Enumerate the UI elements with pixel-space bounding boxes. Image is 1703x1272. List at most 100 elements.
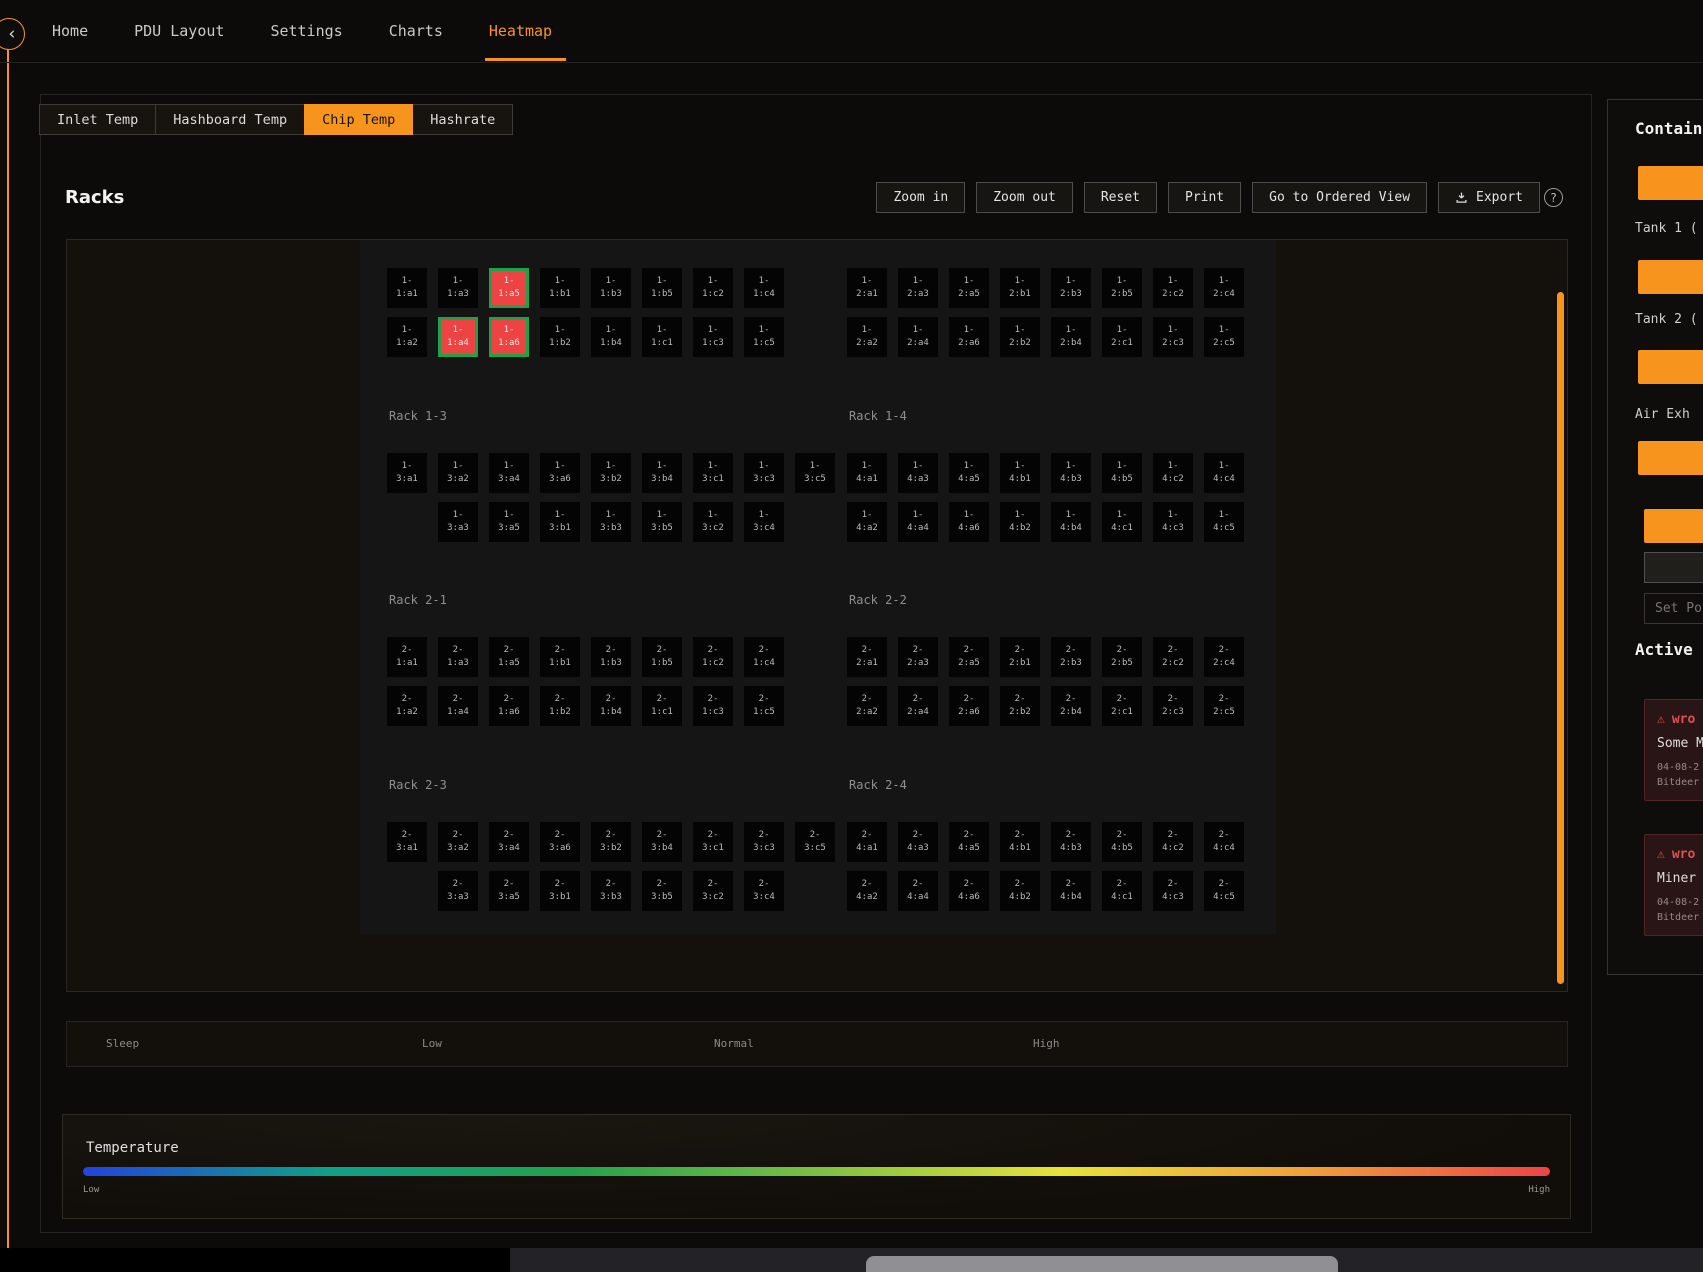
tab-hashboard-temp[interactable]: Hashboard Temp [155,104,305,135]
miner-tile-2-3-b3[interactable]: 2-3:b3 [591,871,631,911]
miner-tile-2-2-b5[interactable]: 2-2:b5 [1102,637,1142,677]
heatmap-scrollbar[interactable] [1557,292,1564,984]
miner-tile-1-3-a1[interactable]: 1-3:a1 [387,453,427,493]
setpoint-input[interactable] [1644,552,1703,583]
zoom-in-button[interactable]: Zoom in [876,182,965,213]
miner-tile-1-3-c1[interactable]: 1-3:c1 [693,453,733,493]
miner-tile-1-4-a4[interactable]: 1-4:a4 [898,502,938,542]
nav-item-charts[interactable]: Charts [389,22,443,40]
miner-tile-1-2-c1[interactable]: 1-2:c1 [1102,317,1142,357]
nav-item-home[interactable]: Home [52,22,88,40]
miner-tile-2-2-c1[interactable]: 2-2:c1 [1102,686,1142,726]
miner-tile-2-1-a4[interactable]: 2-1:a4 [438,686,478,726]
miner-tile-1-1-c3[interactable]: 1-1:c3 [693,317,733,357]
miner-tile-1-1-c1[interactable]: 1-1:c1 [642,317,682,357]
miner-tile-2-4-b5[interactable]: 2-4:b5 [1102,822,1142,862]
miner-tile-1-1-a5[interactable]: 1-1:a5 [489,268,529,308]
miner-tile-2-1-b1[interactable]: 2-1:b1 [540,637,580,677]
miner-tile-1-1-c5[interactable]: 1-1:c5 [744,317,784,357]
miner-tile-2-1-a6[interactable]: 2-1:a6 [489,686,529,726]
miner-tile-2-3-a5[interactable]: 2-3:a5 [489,871,529,911]
nav-item-pdu-layout[interactable]: PDU Layout [134,22,224,40]
miner-tile-2-2-c3[interactable]: 2-2:c3 [1153,686,1193,726]
miner-tile-2-1-b5[interactable]: 2-1:b5 [642,637,682,677]
miner-tile-2-4-c2[interactable]: 2-4:c2 [1153,822,1193,862]
miner-tile-1-2-b5[interactable]: 1-2:b5 [1102,268,1142,308]
miner-tile-1-3-b5[interactable]: 1-3:b5 [642,502,682,542]
go-to-ordered-view-button[interactable]: Go to Ordered View [1252,182,1427,213]
miner-tile-2-2-a6[interactable]: 2-2:a6 [949,686,989,726]
miner-tile-2-3-a3[interactable]: 2-3:a3 [438,871,478,911]
miner-tile-2-4-a5[interactable]: 2-4:a5 [949,822,989,862]
miner-tile-1-1-a2[interactable]: 1-1:a2 [387,317,427,357]
miner-tile-1-2-b2[interactable]: 1-2:b2 [1000,317,1040,357]
miner-tile-2-4-a2[interactable]: 2-4:a2 [847,871,887,911]
miner-tile-2-1-c1[interactable]: 2-1:c1 [642,686,682,726]
miner-tile-1-2-a1[interactable]: 1-2:a1 [847,268,887,308]
miner-tile-1-3-b1[interactable]: 1-3:b1 [540,502,580,542]
miner-tile-2-2-b1[interactable]: 2-2:b1 [1000,637,1040,677]
miner-tile-2-2-a4[interactable]: 2-2:a4 [898,686,938,726]
miner-tile-1-4-b4[interactable]: 1-4:b4 [1051,502,1091,542]
miner-tile-1-1-a6[interactable]: 1-1:a6 [489,317,529,357]
miner-tile-2-1-a3[interactable]: 2-1:a3 [438,637,478,677]
miner-tile-1-3-c3[interactable]: 1-3:c3 [744,453,784,493]
miner-tile-2-2-a3[interactable]: 2-2:a3 [898,637,938,677]
miner-tile-2-2-a5[interactable]: 2-2:a5 [949,637,989,677]
miner-tile-1-4-a6[interactable]: 1-4:a6 [949,502,989,542]
miner-tile-2-3-c4[interactable]: 2-3:c4 [744,871,784,911]
miner-tile-2-3-a4[interactable]: 2-3:a4 [489,822,529,862]
miner-tile-2-2-b2[interactable]: 2-2:b2 [1000,686,1040,726]
miner-tile-2-4-a6[interactable]: 2-4:a6 [949,871,989,911]
miner-tile-1-2-b4[interactable]: 1-2:b4 [1051,317,1091,357]
miner-tile-2-3-b4[interactable]: 2-3:b4 [642,822,682,862]
miner-tile-1-2-b1[interactable]: 1-2:b1 [1000,268,1040,308]
miner-tile-2-4-a1[interactable]: 2-4:a1 [847,822,887,862]
miner-tile-1-1-b1[interactable]: 1-1:b1 [540,268,580,308]
miner-tile-1-1-c2[interactable]: 1-1:c2 [693,268,733,308]
miner-tile-2-1-a5[interactable]: 2-1:a5 [489,637,529,677]
tab-hashrate[interactable]: Hashrate [412,104,513,135]
miner-tile-2-3-b2[interactable]: 2-3:b2 [591,822,631,862]
miner-tile-1-2-a2[interactable]: 1-2:a2 [847,317,887,357]
miner-tile-2-2-a1[interactable]: 2-2:a1 [847,637,887,677]
miner-tile-1-4-b1[interactable]: 1-4:b1 [1000,453,1040,493]
miner-tile-2-1-c5[interactable]: 2-1:c5 [744,686,784,726]
miner-tile-1-1-b5[interactable]: 1-1:b5 [642,268,682,308]
miner-tile-1-4-a5[interactable]: 1-4:a5 [949,453,989,493]
miner-tile-2-4-c5[interactable]: 2-4:c5 [1204,871,1244,911]
miner-tile-2-1-a2[interactable]: 2-1:a2 [387,686,427,726]
miner-tile-1-2-c3[interactable]: 1-2:c3 [1153,317,1193,357]
miner-tile-2-1-b4[interactable]: 2-1:b4 [591,686,631,726]
miner-tile-2-3-a2[interactable]: 2-3:a2 [438,822,478,862]
miner-tile-2-3-c5[interactable]: 2-3:c5 [795,822,835,862]
miner-tile-1-1-a3[interactable]: 1-1:a3 [438,268,478,308]
miner-tile-1-2-a3[interactable]: 1-2:a3 [898,268,938,308]
miner-tile-1-4-b5[interactable]: 1-4:b5 [1102,453,1142,493]
miner-tile-1-2-c4[interactable]: 1-2:c4 [1204,268,1244,308]
miner-tile-1-1-b2[interactable]: 1-1:b2 [540,317,580,357]
miner-tile-2-1-a1[interactable]: 2-1:a1 [387,637,427,677]
miner-tile-2-4-c1[interactable]: 2-4:c1 [1102,871,1142,911]
miner-tile-2-1-b3[interactable]: 2-1:b3 [591,637,631,677]
miner-tile-1-1-a4[interactable]: 1-1:a4 [438,317,478,357]
miner-tile-1-2-c5[interactable]: 1-2:c5 [1204,317,1244,357]
miner-tile-1-4-c2[interactable]: 1-4:c2 [1153,453,1193,493]
miner-tile-2-3-b1[interactable]: 2-3:b1 [540,871,580,911]
miner-tile-1-4-c5[interactable]: 1-4:c5 [1204,502,1244,542]
miner-tile-1-4-b2[interactable]: 1-4:b2 [1000,502,1040,542]
miner-tile-1-1-a1[interactable]: 1-1:a1 [387,268,427,308]
miner-tile-1-4-c1[interactable]: 1-4:c1 [1102,502,1142,542]
miner-tile-1-4-c4[interactable]: 1-4:c4 [1204,453,1244,493]
miner-tile-2-3-b5[interactable]: 2-3:b5 [642,871,682,911]
miner-tile-2-4-a3[interactable]: 2-4:a3 [898,822,938,862]
miner-tile-2-4-b3[interactable]: 2-4:b3 [1051,822,1091,862]
miner-tile-2-2-c2[interactable]: 2-2:c2 [1153,637,1193,677]
miner-tile-1-4-c3[interactable]: 1-4:c3 [1153,502,1193,542]
miner-tile-2-2-c5[interactable]: 2-2:c5 [1204,686,1244,726]
miner-tile-1-4-a1[interactable]: 1-4:a1 [847,453,887,493]
miner-tile-2-4-b2[interactable]: 2-4:b2 [1000,871,1040,911]
miner-tile-1-3-b2[interactable]: 1-3:b2 [591,453,631,493]
print-button[interactable]: Print [1168,182,1241,213]
setpoint-button[interactable]: Set Po [1644,593,1703,624]
